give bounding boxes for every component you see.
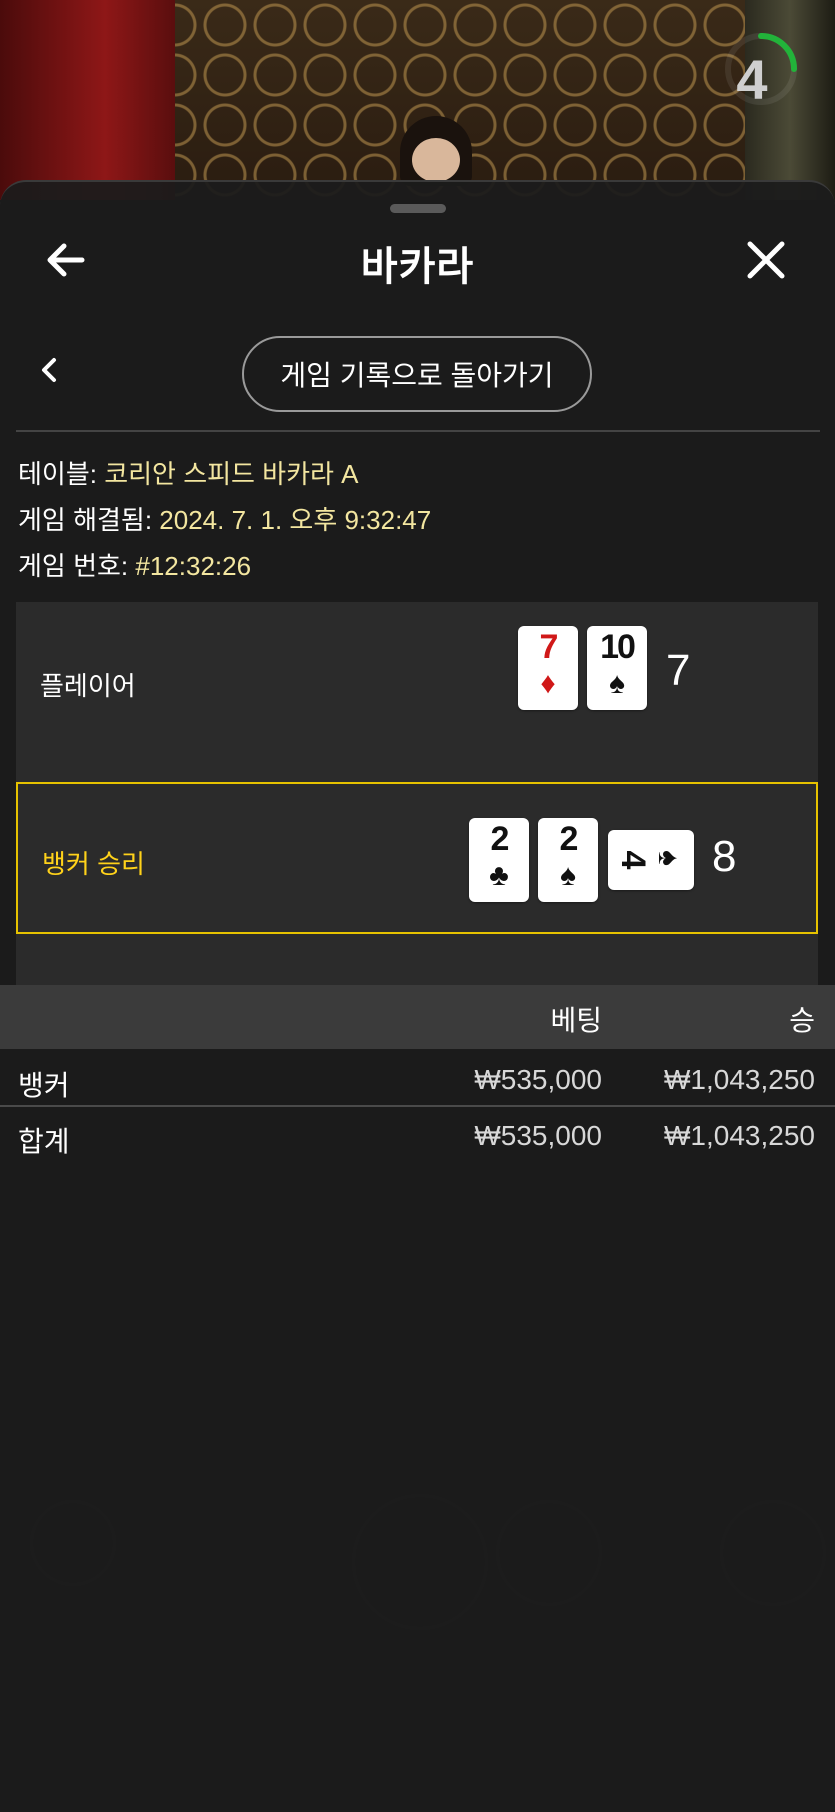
banker-hand-row-winner: 뱅커 승리 2 ♣ 2 ♠ 4 ♠ 8: [16, 782, 818, 934]
playing-card: 2 ♣: [469, 818, 529, 902]
bet-column-header: 베팅: [550, 1005, 602, 1036]
club-suit-icon: ♣: [489, 859, 509, 892]
resolved-value: 2024. 7. 1. 오후 9:32:47: [159, 505, 432, 535]
total-win-amount: ₩1,043,250: [664, 1120, 815, 1151]
diamond-suit-icon: ♦: [540, 667, 556, 700]
card-rank: 4: [614, 850, 652, 868]
chevron-left-icon[interactable]: [30, 350, 70, 390]
game-number-info: 게임 번호: #12:32:26: [18, 546, 251, 583]
bet-row: 뱅커 ₩535,000 ₩1,043,250: [0, 1054, 835, 1108]
spade-suit-icon: ♠: [652, 850, 685, 866]
page-title: 바카라: [360, 245, 475, 289]
banker-hand-total: 8: [712, 832, 737, 881]
playing-card: 10 ♠: [587, 626, 647, 710]
back-to-history-button[interactable]: 게임 기록으로 돌아가기: [242, 336, 592, 412]
divider: [16, 430, 820, 432]
hands-panel: 플레이어 7 ♦ 10 ♠ 7 뱅커 승리 2 ♣ 2 ♠ 4 ♠ 8: [16, 602, 818, 992]
bet-amount: ₩535,000: [474, 1064, 602, 1095]
banker-win-label: 뱅커 승리: [42, 849, 145, 879]
player-hand-label: 플레이어: [40, 671, 136, 701]
resolved-info: 게임 해결됨: 2024. 7. 1. 오후 9:32:47: [18, 500, 431, 537]
card-rank: 2: [490, 820, 510, 858]
playing-card: 2 ♠: [538, 818, 598, 902]
game-number-label: 게임 번호:: [18, 551, 129, 581]
total-bet-amount: ₩535,000: [474, 1120, 602, 1151]
total-label: 합계: [18, 1126, 70, 1157]
curtain-decor: [0, 0, 175, 200]
player-hand-row: 플레이어 7 ♦ 10 ♠ 7: [16, 602, 818, 754]
game-history-sheet: 바카라 게임 기록으로 돌아가기 테이블: 코리안 스피드 바카라 A 게임 해…: [0, 180, 835, 1812]
game-number-value: #12:32:26: [135, 551, 252, 581]
card-rank: 10: [600, 628, 636, 666]
spade-suit-icon: ♠: [560, 859, 576, 892]
sheet-drag-handle[interactable]: [390, 204, 446, 213]
player-hand-total: 7: [666, 646, 691, 695]
resolved-label: 게임 해결됨:: [18, 505, 153, 535]
close-icon[interactable]: [736, 230, 796, 290]
spade-suit-icon: ♠: [609, 667, 625, 700]
bets-table-header: 베팅 승: [0, 985, 835, 1049]
playing-card-rotated: 4 ♠: [608, 830, 694, 890]
win-amount: ₩1,043,250: [664, 1064, 815, 1095]
divider: [0, 1105, 835, 1107]
bet-name: 뱅커: [18, 1070, 70, 1101]
playing-card: 7 ♦: [518, 626, 578, 710]
win-column-header: 승: [789, 1005, 815, 1036]
dealer-face: [412, 138, 460, 182]
table-label: 테이블:: [18, 459, 97, 489]
countdown-timer-value: 4: [736, 48, 768, 111]
bet-total-row: 합계 ₩535,000 ₩1,043,250: [0, 1110, 835, 1164]
card-rank: 7: [539, 628, 559, 666]
table-value: 코리안 스피드 바카라 A: [104, 459, 359, 489]
card-rank: 2: [559, 820, 579, 858]
table-info: 테이블: 코리안 스피드 바카라 A: [18, 454, 359, 491]
